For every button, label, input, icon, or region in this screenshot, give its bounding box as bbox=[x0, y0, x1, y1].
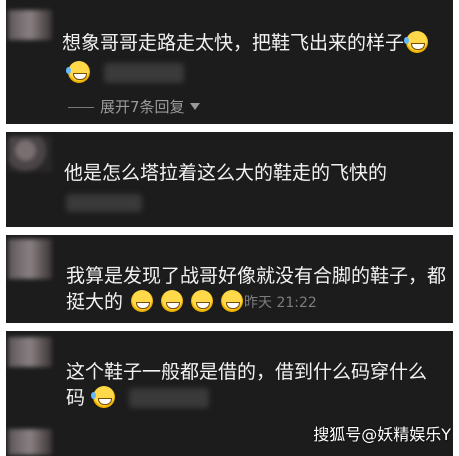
comment-text[interactable]: 他是怎么塔拉着这么大的鞋走的飞快的 bbox=[64, 158, 387, 188]
panel-gap bbox=[0, 124, 459, 132]
panel-gap bbox=[0, 323, 459, 331]
watermark: 搜狐号@妖精娱乐Y bbox=[313, 425, 451, 444]
blurred-meta bbox=[66, 194, 142, 212]
rofl-emoji-icon bbox=[91, 386, 116, 408]
comment-panel-1: 想象哥哥走路走太快，把鞋飞出来的样子 展开7条回复 bbox=[6, 0, 453, 124]
comment-panel-2: 他是怎么塔拉着这么大的鞋走的飞快的 bbox=[6, 132, 453, 227]
comment-line-2 bbox=[66, 58, 185, 88]
comment-text-content: 他是怎么塔拉着这么大的鞋走的飞快的 bbox=[64, 162, 388, 184]
comment-text[interactable]: 想象哥哥走路走太快，把鞋飞出来的样子 bbox=[62, 28, 429, 58]
comment-text-line-2[interactable]: 挺大的 bbox=[66, 287, 244, 317]
avatar[interactable] bbox=[8, 10, 52, 40]
grin-emoji-icon bbox=[131, 290, 154, 312]
comment-text-content: 这个鞋子一般都是借的，借到什么码穿什么 bbox=[66, 361, 428, 383]
caret-down-icon bbox=[189, 103, 200, 110]
grin-emoji-icon bbox=[221, 290, 244, 312]
comment-panel-3: 我算是发现了战哥好像就没有合脚的鞋子，都 挺大的 昨天 21:22 bbox=[6, 235, 453, 323]
comment-timestamp: 昨天 21:22 bbox=[244, 295, 317, 311]
rofl-emoji-icon bbox=[404, 31, 429, 53]
avatar[interactable] bbox=[8, 136, 52, 172]
grin-emoji-icon bbox=[191, 290, 214, 312]
grin-emoji-icon bbox=[161, 290, 184, 312]
avatar[interactable] bbox=[8, 337, 52, 367]
screenshot-frame: 想象哥哥走路走太快，把鞋飞出来的样子 展开7条回复 他是怎么塔拉着这么大的鞋走的… bbox=[0, 0, 459, 456]
blurred-meta bbox=[129, 388, 210, 408]
avatar bbox=[8, 429, 52, 455]
comment-text-line-2[interactable]: 码 bbox=[66, 383, 210, 413]
rofl-emoji-icon bbox=[66, 61, 90, 83]
comment-text-content: 想象哥哥走路走太快，把鞋飞出来的样子 bbox=[62, 32, 405, 54]
panel-gap bbox=[0, 227, 459, 235]
divider-line bbox=[68, 107, 94, 108]
blurred-meta bbox=[104, 63, 185, 83]
avatar[interactable] bbox=[8, 239, 52, 279]
comment-text-content: 挺大的 bbox=[66, 291, 124, 313]
expand-replies-button[interactable]: 展开7条回复 bbox=[68, 96, 200, 118]
comment-text-content: 码 bbox=[66, 387, 86, 409]
comment-text-content: 我算是发现了战哥好像就没有合脚的鞋子，都 bbox=[66, 265, 447, 287]
expand-replies-label: 展开7条回复 bbox=[100, 98, 185, 116]
